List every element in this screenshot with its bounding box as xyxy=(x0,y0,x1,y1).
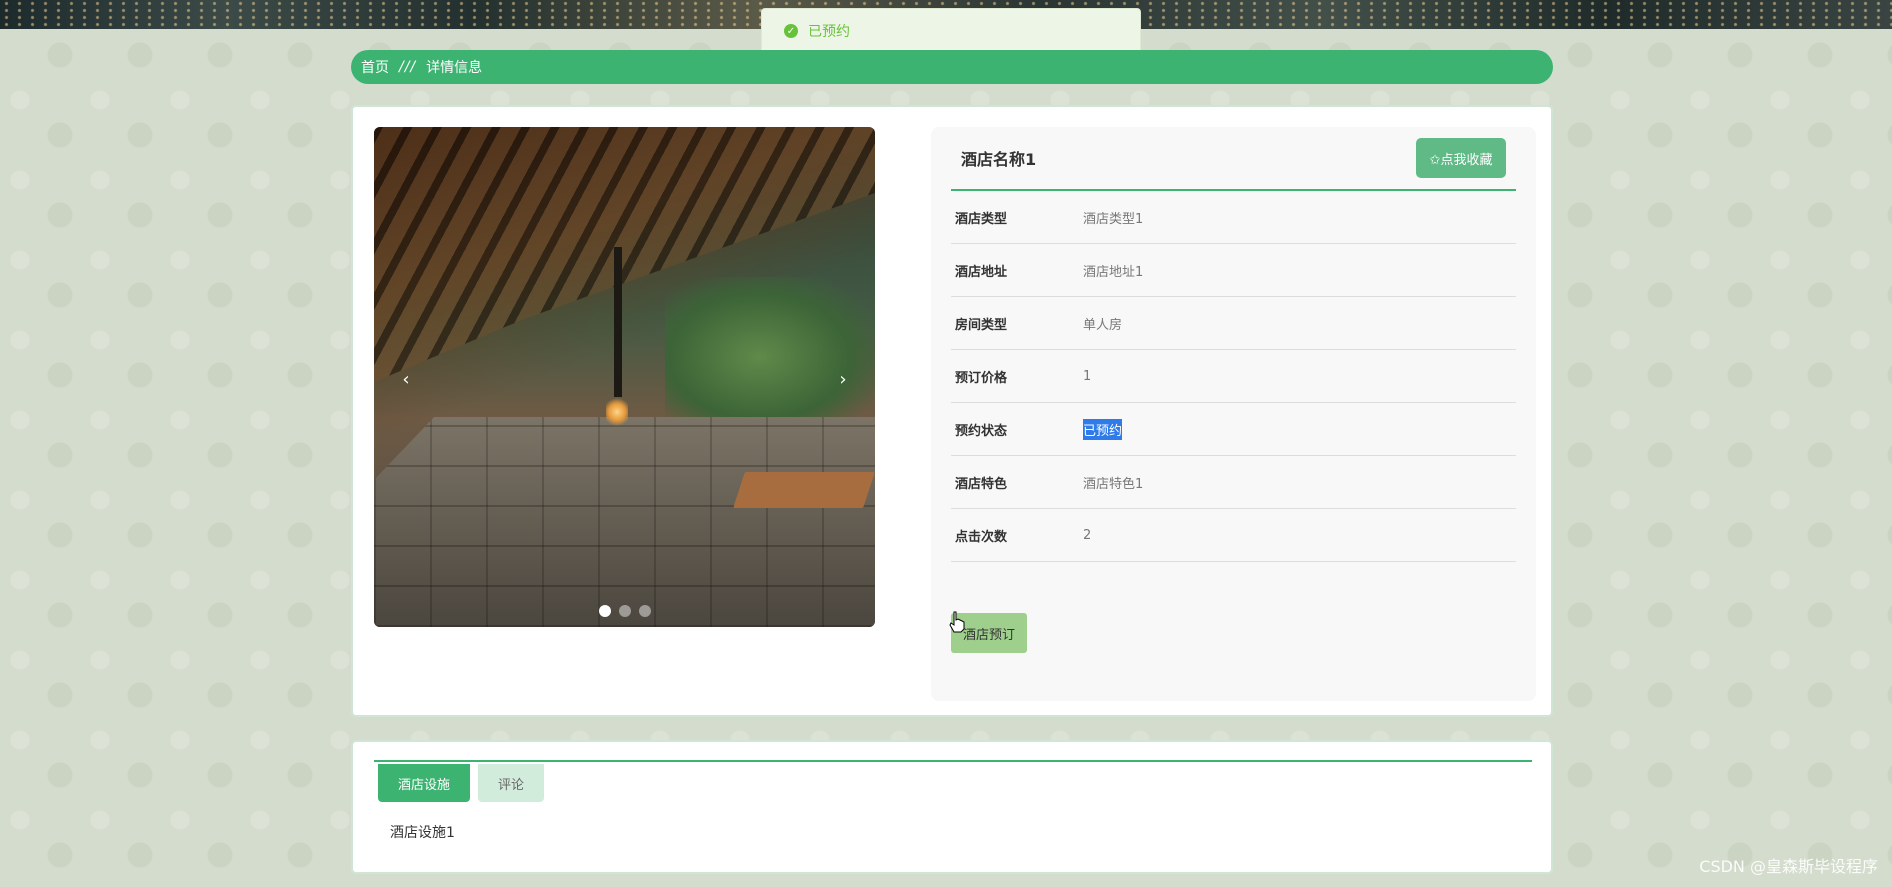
info-row-booking-status: 预约状态 已预约 xyxy=(951,403,1516,456)
image-carousel[interactable]: ‹ › xyxy=(374,127,875,627)
tab-facilities[interactable]: 酒店设施 xyxy=(378,764,471,802)
info-label: 酒店类型 xyxy=(955,211,1008,227)
info-row-hotel-type: 酒店类型 酒店类型1 xyxy=(951,191,1516,244)
breadcrumb: 首页 /// 详情信息 xyxy=(351,50,1553,84)
info-label: 预订价格 xyxy=(955,370,1008,386)
info-label: 酒店地址 xyxy=(955,264,1008,280)
hotel-info-panel: 酒店名称1 ✩点我收藏 酒店类型 酒店类型1 酒店地址 酒店地址1 房间类型 单… xyxy=(931,127,1536,701)
carousel-dot-1[interactable] xyxy=(598,605,611,617)
tabs-card: 酒店设施 评论 酒店设施1 xyxy=(351,740,1553,874)
info-label: 酒店特色 xyxy=(955,476,1008,492)
carousel-dot-3[interactable] xyxy=(638,605,651,617)
carousel-image-table xyxy=(733,472,875,508)
watermark: CSDN @皇森斯毕设程序 xyxy=(1699,857,1878,876)
favorite-button[interactable]: ✩点我收藏 xyxy=(1416,138,1506,178)
carousel-image-fireplace-flue xyxy=(614,247,622,397)
carousel-image-fireplace xyxy=(606,397,628,427)
info-label: 房间类型 xyxy=(955,317,1008,333)
hotel-name: 酒店名称1 xyxy=(961,150,1037,169)
tab-content: 酒店设施1 xyxy=(390,825,455,841)
tabs-divider xyxy=(374,760,1532,762)
info-value: 酒店特色1 xyxy=(1083,476,1144,492)
info-row-hotel-address: 酒店地址 酒店地址1 xyxy=(951,244,1516,297)
hand-cursor-icon xyxy=(949,611,965,633)
info-value: 2 xyxy=(1083,527,1092,543)
carousel-indicators xyxy=(598,605,651,617)
check-circle-icon: ✓ xyxy=(784,24,798,38)
carousel-prev-arrow-icon[interactable]: ‹ xyxy=(394,367,418,391)
breadcrumb-home-link[interactable]: 首页 xyxy=(361,57,389,77)
info-value-selected: 已预约 xyxy=(1083,418,1123,440)
carousel-next-arrow-icon[interactable]: › xyxy=(831,367,855,391)
info-label: 预约状态 xyxy=(955,423,1008,439)
carousel-image-greenery xyxy=(664,277,875,437)
info-label: 点击次数 xyxy=(955,529,1008,545)
breadcrumb-current: 详情信息 xyxy=(426,60,483,76)
tab-comments[interactable]: 评论 xyxy=(478,764,545,802)
info-value: 1 xyxy=(1083,368,1092,384)
info-value: 酒店地址1 xyxy=(1083,264,1144,280)
carousel-image-floor xyxy=(374,417,875,627)
info-row-price: 预订价格 1 xyxy=(951,350,1516,403)
breadcrumb-separator: /// xyxy=(399,59,417,75)
info-value: 酒店类型1 xyxy=(1083,211,1144,227)
info-row-click-count: 点击次数 2 xyxy=(951,509,1516,562)
detail-card: ‹ › 酒店名称1 ✩点我收藏 酒店类型 酒店类型1 酒店地址 酒店地址1 房间… xyxy=(351,105,1553,717)
carousel-dot-2[interactable] xyxy=(618,605,631,617)
hotel-info-header: 酒店名称1 ✩点我收藏 xyxy=(951,127,1516,191)
info-row-room-type: 房间类型 单人房 xyxy=(951,297,1516,350)
success-toast: ✓ 已预约 xyxy=(761,8,1141,54)
toast-message: 已预约 xyxy=(808,24,850,40)
info-row-feature: 酒店特色 酒店特色1 xyxy=(951,456,1516,509)
tab-list: 酒店设施 评论 xyxy=(378,764,545,802)
info-value: 单人房 xyxy=(1083,317,1123,333)
